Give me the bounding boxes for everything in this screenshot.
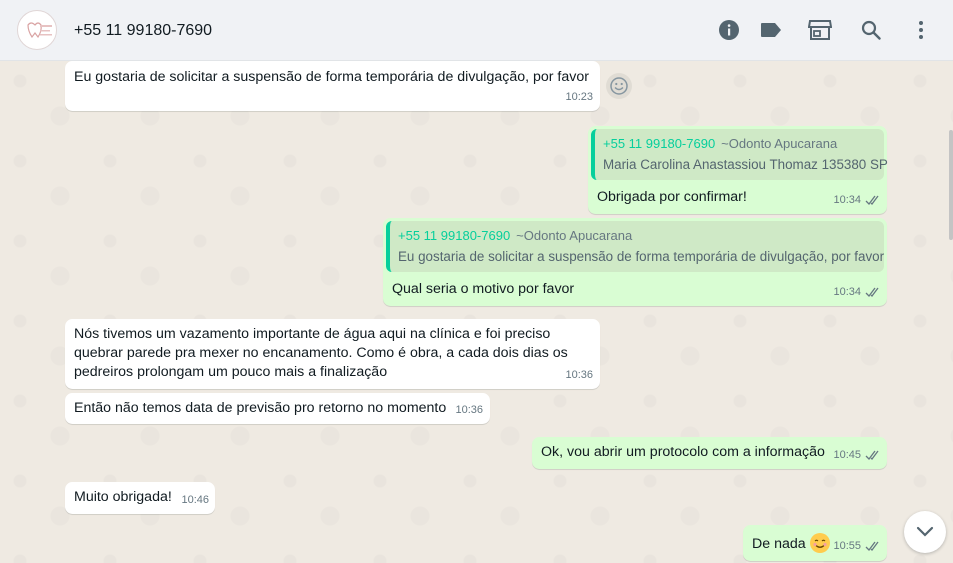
quoted-sender-group: ~Odonto Apucarana: [516, 228, 633, 243]
catalog-icon[interactable]: [808, 18, 832, 42]
search-icon[interactable]: [859, 18, 883, 42]
message-incoming[interactable]: Eu gostaria de solicitar a suspensão de …: [65, 61, 600, 111]
label-icon[interactable]: [759, 18, 783, 42]
message-meta: 10:34: [833, 283, 881, 302]
read-ticks-icon: [865, 195, 879, 205]
message-text: Muito obrigada!: [74, 489, 172, 505]
message-meta: 10:45: [833, 446, 881, 465]
message-outgoing[interactable]: +55 11 99180-7690 ~Odonto Apucarana Eu go…: [383, 218, 887, 306]
smiling-emoji-icon: [809, 533, 830, 553]
quoted-sender-phone: +55 11 99180-7690: [398, 228, 511, 243]
message-time: 10:34: [833, 194, 861, 206]
menu-icon[interactable]: [909, 18, 933, 42]
message-text: Ok, vou abrir um protocolo com a informa…: [541, 444, 825, 460]
message-text: Obrigada por confirmar!: [597, 189, 747, 205]
message-incoming[interactable]: Então não temos data de previsão pro ret…: [65, 393, 490, 424]
quoted-message[interactable]: +55 11 99180-7690 ~Odonto Apucarana Eu go…: [386, 221, 884, 272]
contact-name[interactable]: +55 11 99180-7690: [74, 22, 212, 40]
message-incoming[interactable]: Muito obrigada! 10:46: [65, 482, 215, 514]
message-meta: 10:55: [833, 537, 881, 556]
read-ticks-icon: [865, 287, 879, 297]
message-text: De nada: [752, 536, 806, 552]
message-text: Eu gostaria de solicitar a suspensão de …: [74, 69, 589, 85]
message-time: 10:23: [565, 91, 593, 103]
message-time: 10:45: [833, 449, 861, 461]
message-time: 10:55: [833, 540, 861, 552]
chat-header: +55 11 99180-7690: [0, 0, 953, 61]
message-outgoing[interactable]: Ok, vou abrir um protocolo com a informa…: [532, 437, 887, 469]
message-time: 10:46: [181, 494, 209, 506]
message-time: 10:34: [833, 286, 861, 298]
quoted-text: Maria Carolina Anastassiou Thomaz 135380…: [603, 157, 888, 172]
reaction-icon[interactable]: [606, 73, 632, 99]
message-outgoing[interactable]: +55 11 99180-7690 ~Odonto Apucarana Maria…: [588, 126, 888, 214]
scroll-to-bottom-button[interactable]: [904, 511, 946, 553]
message-text: Qual seria o motivo por favor: [392, 281, 575, 297]
scrollbar-thumb[interactable]: [949, 130, 953, 240]
contact-avatar[interactable]: [17, 10, 57, 50]
message-content: De nada: [752, 533, 830, 554]
message-time: 10:36: [455, 404, 483, 416]
read-ticks-icon: [865, 450, 879, 460]
quoted-sender-phone: +55 11 99180-7690: [603, 136, 716, 151]
quoted-message[interactable]: +55 11 99180-7690 ~Odonto Apucarana Maria…: [591, 129, 888, 180]
message-time: 10:36: [565, 369, 593, 381]
quoted-text: Eu gostaria de solicitar a suspensão de …: [398, 249, 885, 264]
message-incoming[interactable]: Nós tivemos um vazamento importante de á…: [65, 319, 600, 389]
read-ticks-icon: [865, 541, 879, 551]
message-text: Então não temos data de previsão pro ret…: [74, 400, 447, 416]
info-icon[interactable]: [717, 18, 741, 42]
message-outgoing[interactable]: De nada 10:55: [743, 525, 887, 561]
message-text: Nós tivemos um vazamento importante de á…: [74, 326, 568, 380]
chevron-down-icon: [916, 526, 934, 537]
message-meta: 10:34: [833, 191, 881, 210]
quoted-sender-group: ~Odonto Apucarana: [721, 136, 838, 151]
